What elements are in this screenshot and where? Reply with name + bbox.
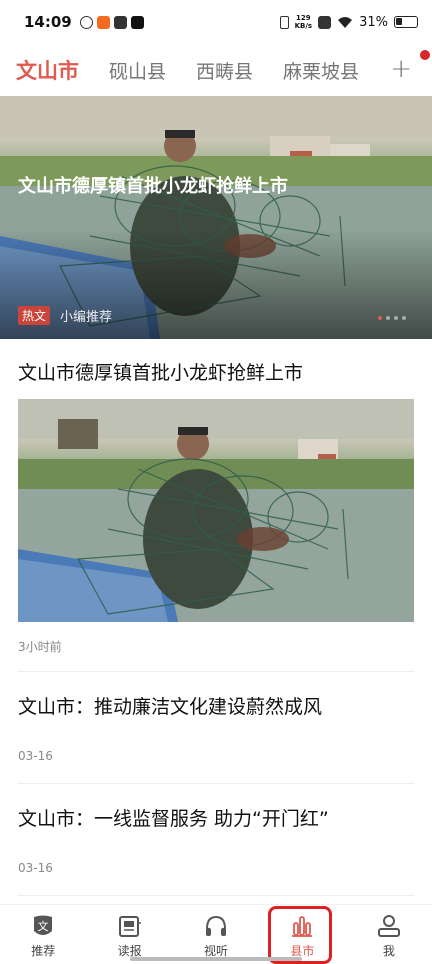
article-time: 03-16 — [18, 861, 53, 875]
nav-audio-video[interactable]: 视听 — [173, 905, 259, 964]
crayfish-net-photo — [18, 399, 414, 622]
app-notification-icon — [79, 15, 93, 29]
carousel-dot — [386, 316, 390, 320]
user-icon — [377, 915, 400, 937]
shopping-app-icon — [96, 15, 110, 29]
battery-percent: 31% — [359, 14, 388, 30]
bottom-nav: 文 推荐 读报 视听 县市 我 — [0, 904, 432, 964]
hot-badge: 热文 — [18, 306, 51, 325]
nav-label: 推荐 — [31, 944, 56, 958]
tab-wenshan-city[interactable]: 文山市 — [16, 55, 79, 85]
carousel-dot — [402, 316, 406, 320]
status-time: 14:09 — [24, 13, 72, 31]
nav-recommend[interactable]: 文 推荐 — [0, 905, 86, 964]
divider — [18, 895, 414, 896]
nav-label: 我 — [382, 944, 395, 958]
network-speed-unit: KB/s — [294, 22, 313, 30]
article-title[interactable]: 文山市：推动廉洁文化建设蔚然成风 — [18, 692, 322, 719]
tab-yanshan-county[interactable]: 砚山县 — [109, 57, 166, 84]
add-channel-button[interactable]: + — [390, 54, 412, 84]
vibrate-icon — [279, 15, 289, 29]
carousel-dot — [394, 316, 398, 320]
tab-xichou-county[interactable]: 西畴县 — [196, 57, 253, 84]
notification-dot — [420, 50, 430, 60]
status-right: 129 KB/s 31% — [279, 14, 418, 30]
no-sim-icon — [318, 15, 332, 29]
article-time: 3小时前 — [18, 640, 62, 654]
headphones-icon — [206, 915, 227, 936]
article-thumbnail[interactable] — [18, 399, 414, 622]
tiktok-icon — [130, 15, 144, 29]
hero-banner[interactable] — [0, 96, 432, 339]
nav-newspaper[interactable]: 读报 — [86, 905, 172, 964]
newspaper-icon — [118, 916, 141, 937]
editor-recommend-label: 小编推荐 — [60, 310, 113, 325]
tab-malipo-county[interactable]: 麻栗坡县 — [283, 57, 359, 84]
divider — [18, 671, 414, 672]
channel-tabs: 文山市 砚山县 西畴县 麻栗坡县 + — [0, 46, 432, 94]
hero-title[interactable]: 文山市德厚镇首批小龙虾抢鲜上市 — [18, 172, 288, 198]
recommend-icon: 文 — [34, 915, 53, 935]
nav-county[interactable]: 县市 — [259, 905, 345, 964]
hero-meta: 热文 小编推荐 — [18, 306, 112, 325]
carousel-indicator — [378, 316, 406, 320]
article-title[interactable]: 文山市德厚镇首批小龙虾抢鲜上市 — [18, 358, 303, 385]
divider — [18, 783, 414, 784]
notification-icons — [79, 15, 144, 29]
network-speed: 129 KB/s — [295, 14, 312, 30]
network-speed-value: 129 — [296, 14, 311, 22]
svg-text:文: 文 — [38, 919, 49, 933]
county-icon — [292, 916, 313, 937]
carousel-dot — [378, 316, 382, 320]
wifi-icon — [338, 16, 353, 28]
article-time: 03-16 — [18, 749, 53, 763]
mail-icon — [113, 15, 127, 29]
battery-icon — [394, 16, 418, 28]
nav-me[interactable]: 我 — [346, 905, 432, 964]
home-indicator — [130, 957, 302, 961]
status-bar: 14:09 129 KB/s 31% — [0, 0, 432, 44]
article-title[interactable]: 文山市：一线监督服务 助力“开门红” — [18, 804, 329, 831]
